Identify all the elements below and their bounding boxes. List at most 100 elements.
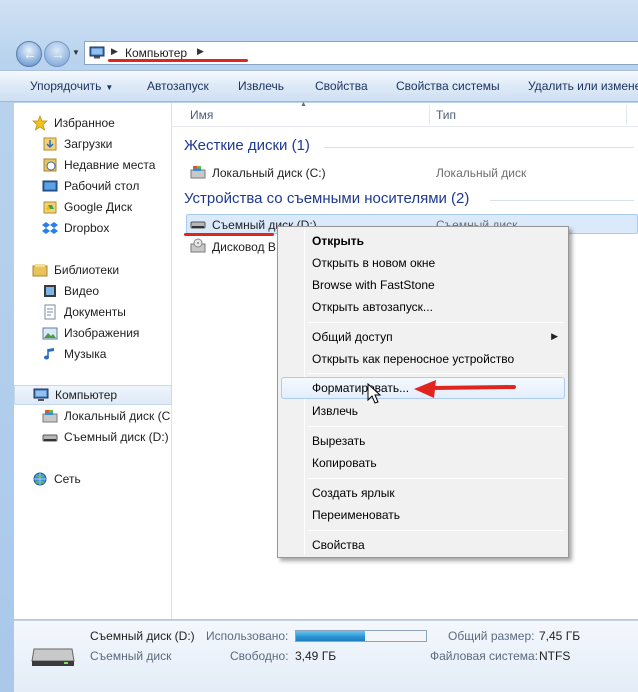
dropbox-icon — [42, 222, 58, 234]
details-total-value: 7,45 ГБ — [539, 629, 581, 643]
autoplay-button[interactable]: Автозапуск — [147, 79, 209, 93]
arrow-left-icon: ← — [23, 46, 37, 62]
details-pane: Съемный диск (D:) Съемный диск Использов… — [14, 620, 638, 692]
arrow-right-icon: → — [51, 46, 65, 62]
video-icon — [44, 285, 56, 297]
usage-progress-fill — [296, 631, 365, 641]
details-total-label: Общий размер: — [448, 629, 535, 643]
recent-pages-dropdown[interactable]: ▼ — [72, 48, 80, 57]
recent-places-icon — [43, 158, 57, 172]
menu-copy[interactable]: Копировать — [312, 456, 377, 470]
menu-separator — [308, 530, 564, 531]
details-drive-type: Съемный диск — [90, 649, 172, 663]
menu-separator — [308, 426, 564, 427]
menu-cut[interactable]: Вырезать — [312, 434, 365, 448]
nav-local-disk[interactable]: Локальный диск (C — [42, 407, 170, 425]
mouse-cursor-icon — [367, 383, 382, 404]
details-free-label: Свободно: — [230, 649, 289, 663]
annotation-underline — [184, 233, 274, 236]
annotation-underline — [108, 59, 248, 62]
sort-ascending-icon: ▲ — [300, 101, 307, 108]
details-fs-value: NTFS — [539, 649, 571, 663]
documents-icon — [44, 304, 56, 320]
removable-disk-icon — [42, 434, 58, 442]
details-fs-label: Файловая система: — [430, 649, 539, 663]
menu-browse-faststone[interactable]: Browse with FastStone — [312, 278, 435, 292]
google-drive-folder-icon — [43, 201, 57, 214]
nav-dropbox[interactable]: Dropbox — [42, 219, 170, 237]
chevron-down-icon: ▼ — [105, 83, 114, 92]
star-icon — [32, 115, 48, 131]
usage-progress-bar — [295, 630, 427, 642]
nav-documents[interactable]: Документы — [42, 303, 170, 321]
system-properties-button[interactable]: Свойства системы — [396, 79, 500, 93]
nav-removable-disk[interactable]: Съемный диск (D:) — [42, 428, 170, 446]
column-type[interactable]: Тип — [436, 108, 456, 122]
back-button[interactable]: ← — [16, 41, 42, 67]
nav-recent[interactable]: Недавние места — [42, 156, 170, 174]
nav-desktop[interactable]: Рабочий стол — [42, 177, 170, 195]
nav-computer[interactable]: Компьютер — [14, 385, 172, 405]
computer-icon — [33, 388, 49, 401]
explorer-window: ← → ▼ ▶ Компьютер ▶ Упорядочить ▼ Автозап… — [0, 0, 638, 692]
menu-separator — [308, 322, 564, 323]
uninstall-button[interactable]: Удалить или измене — [528, 79, 638, 93]
nav-libraries[interactable]: Библиотеки — [32, 261, 170, 279]
breadcrumb-computer[interactable]: Компьютер — [125, 46, 187, 60]
breadcrumb-chevron-icon[interactable]: ▶ — [197, 46, 204, 57]
menu-rename[interactable]: Переименовать — [312, 508, 400, 522]
row-local-disk-name[interactable]: Локальный диск (C:) — [212, 166, 326, 180]
properties-button[interactable]: Свойства — [315, 79, 368, 93]
local-disk-icon — [190, 166, 206, 179]
menu-properties[interactable]: Свойства — [312, 538, 365, 552]
menu-open-portable[interactable]: Открыть как переносное устройство — [312, 352, 514, 366]
images-icon — [42, 327, 58, 340]
removable-disk-icon — [190, 221, 206, 229]
nav-google-drive[interactable]: Google Диск — [42, 198, 170, 216]
menu-separator — [308, 373, 564, 374]
network-globe-icon — [33, 472, 47, 486]
submenu-arrow-icon: ▶ — [551, 331, 558, 341]
forward-button[interactable]: → — [44, 41, 70, 67]
menu-format[interactable]: Форматировать... — [312, 381, 409, 395]
group-divider — [324, 147, 634, 148]
libraries-icon — [32, 264, 48, 277]
address-row: ← → ▼ ▶ Компьютер ▶ — [0, 36, 638, 68]
local-disk-icon — [42, 410, 58, 423]
menu-open-new-window[interactable]: Открыть в новом окне — [312, 256, 435, 270]
group-removable-devices[interactable]: Устройства со съемными носителями (2) — [184, 190, 469, 207]
eject-button[interactable]: Извлечь — [238, 79, 284, 93]
details-drive-name: Съемный диск (D:) — [90, 629, 195, 643]
music-note-icon — [44, 348, 54, 360]
menu-create-shortcut[interactable]: Создать ярлык — [312, 486, 395, 500]
menu-share[interactable]: Общий доступ — [312, 330, 393, 344]
breadcrumb-separator-icon[interactable]: ▶ — [111, 46, 118, 57]
group-divider — [490, 200, 634, 201]
nav-downloads[interactable]: Загрузки — [42, 135, 170, 153]
menu-eject[interactable]: Извлечь — [312, 404, 358, 418]
nav-music[interactable]: Музыка — [42, 345, 170, 363]
menu-open[interactable]: Открыть — [312, 234, 364, 248]
group-hard-drives[interactable]: Жесткие диски (1) — [184, 137, 310, 154]
annotation-arrow-icon — [414, 380, 516, 398]
column-header: ▲ Имя Тип — [172, 101, 638, 127]
menu-open-autoplay[interactable]: Открыть автозапуск... — [312, 300, 433, 314]
row-bd-drive-name[interactable]: Дисковод BD — [212, 240, 276, 254]
nav-network[interactable]: Сеть — [32, 470, 170, 488]
nav-images[interactable]: Изображения — [42, 324, 170, 342]
column-separator[interactable] — [429, 105, 430, 125]
desktop-icon — [42, 180, 58, 192]
computer-icon — [89, 46, 105, 59]
downloads-folder-icon — [43, 137, 57, 151]
bd-drive-icon — [190, 238, 206, 253]
column-separator[interactable] — [626, 105, 627, 125]
row-local-disk-type: Локальный диск — [436, 166, 527, 180]
column-name[interactable]: Имя — [190, 108, 213, 122]
details-used-label: Использовано: — [206, 629, 289, 643]
organize-button[interactable]: Упорядочить ▼ — [30, 79, 113, 93]
details-free-value: 3,49 ГБ — [295, 649, 337, 663]
nav-favorites[interactable]: Избранное — [32, 114, 170, 132]
command-bar: Упорядочить ▼ Автозапуск Извлечь Свойства… — [0, 70, 638, 102]
nav-video[interactable]: Видео — [42, 282, 170, 300]
menu-separator — [308, 478, 564, 479]
